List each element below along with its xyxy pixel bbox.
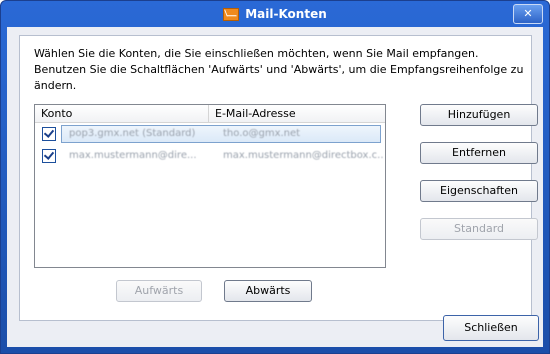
account-email: tho.o@gmx.net bbox=[223, 128, 301, 139]
title-wrap: Mail-Konten bbox=[223, 7, 327, 21]
account-name: max.mustermann@dire... bbox=[69, 150, 197, 161]
instructions-text: Wählen Sie die Konten, die Sie einschlie… bbox=[34, 47, 524, 92]
move-down-button[interactable]: Abwärts bbox=[224, 280, 312, 302]
dialog-body: Wählen Sie die Konten, die Sie einschlie… bbox=[7, 27, 543, 347]
set-default-button[interactable]: Standard bbox=[420, 218, 538, 240]
accounts-list[interactable]: Konto E-Mail-Adresse pop3.gmx.net (Stand… bbox=[34, 104, 386, 268]
accounts-list-header: Konto E-Mail-Adresse bbox=[35, 105, 385, 123]
mail-envelope-icon bbox=[223, 7, 240, 21]
content-panel: Wählen Sie die Konten, die Sie einschlie… bbox=[19, 35, 538, 321]
account-row[interactable]: pop3.gmx.net (Standard) tho.o@gmx.net bbox=[35, 123, 385, 145]
account-row[interactable]: max.mustermann@dire... max.mustermann@di… bbox=[35, 145, 385, 167]
remove-account-button[interactable]: Entfernen bbox=[420, 142, 538, 164]
account-include-checkbox[interactable] bbox=[42, 149, 56, 163]
account-include-checkbox[interactable] bbox=[42, 127, 56, 141]
account-name: pop3.gmx.net (Standard) bbox=[69, 128, 196, 139]
move-up-button[interactable]: Aufwärts bbox=[116, 280, 202, 302]
mail-accounts-dialog: Mail-Konten ✕ Wählen Sie die Konten, die… bbox=[0, 0, 550, 354]
add-account-button[interactable]: Hinzufügen bbox=[420, 104, 538, 126]
window-title: Mail-Konten bbox=[245, 7, 327, 21]
column-header-account[interactable]: Konto bbox=[35, 105, 209, 122]
account-email: max.mustermann@directbox.c... bbox=[223, 150, 383, 161]
title-bar[interactable]: Mail-Konten ✕ bbox=[1, 1, 549, 27]
close-button[interactable]: Schließen bbox=[443, 315, 539, 341]
column-header-email[interactable]: E-Mail-Adresse bbox=[209, 105, 385, 122]
account-properties-button[interactable]: Eigenschaften bbox=[420, 180, 538, 202]
close-window-button[interactable]: ✕ bbox=[513, 4, 543, 24]
